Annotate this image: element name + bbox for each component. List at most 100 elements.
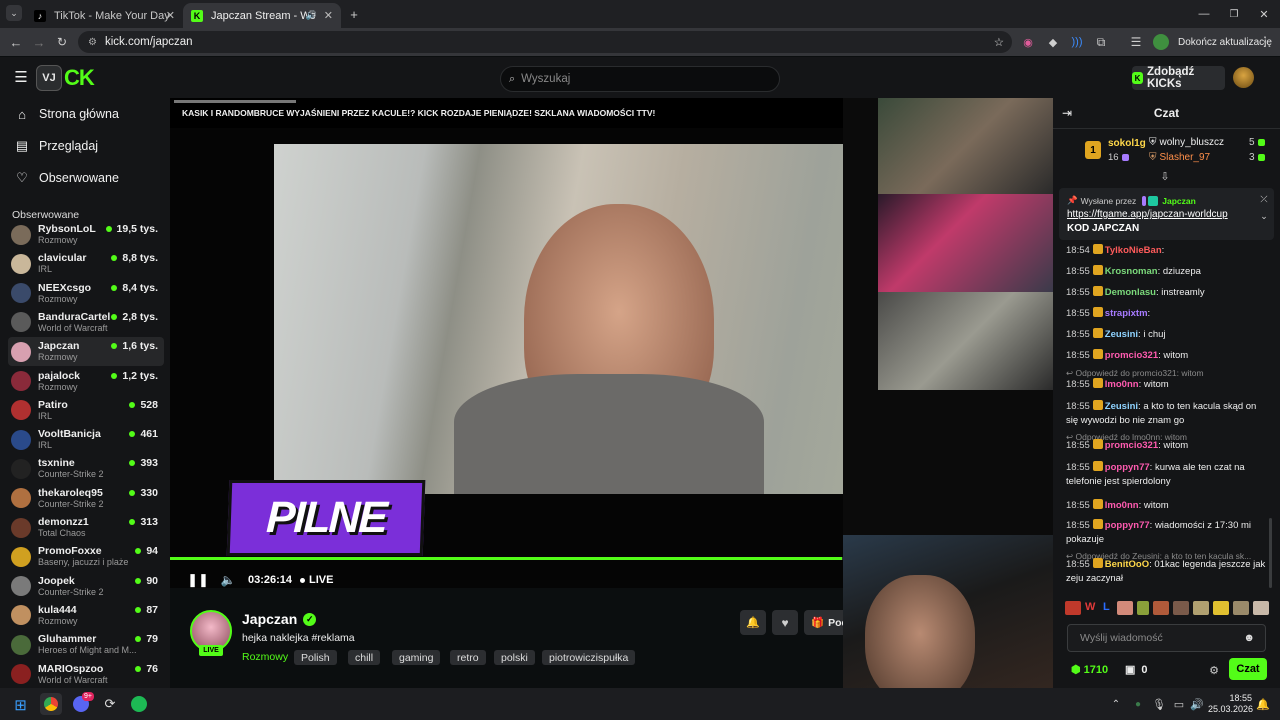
followed-channel[interactable]: pajalock Rozmowy 1,2 tys. bbox=[8, 367, 164, 396]
spotify-icon[interactable] bbox=[131, 696, 147, 712]
extensions-puzzle-icon[interactable]: ⧉ bbox=[1093, 34, 1109, 50]
message-username[interactable]: poppyn77 bbox=[1105, 462, 1150, 473]
gifter-name[interactable]: sokol1g bbox=[1108, 138, 1146, 149]
maximize-icon[interactable]: ❐ bbox=[1226, 6, 1242, 22]
stream-tag[interactable]: gaming bbox=[392, 650, 441, 665]
send-chat-button[interactable]: Czat bbox=[1229, 658, 1267, 680]
emote-icon[interactable] bbox=[1213, 601, 1229, 615]
message-username[interactable]: TylkoNieBan bbox=[1105, 245, 1162, 256]
emote-icon[interactable] bbox=[1253, 601, 1269, 615]
followed-channel[interactable]: NEEXcsgo Rozmowy 8,4 tys. bbox=[8, 279, 164, 308]
video-player[interactable]: KASIK I RANDOMBRUCE WYJAŚNIENI PRZEZ KAC… bbox=[170, 98, 843, 588]
channel-points[interactable]: ⬢ 1710 bbox=[1071, 663, 1108, 677]
stream-category[interactable]: Rozmowy bbox=[242, 651, 288, 663]
profile-avatar[interactable] bbox=[1153, 34, 1169, 50]
followed-channel[interactable]: clavicular IRL 8,8 tys. bbox=[8, 249, 164, 278]
tab-search-icon[interactable]: ⌄ bbox=[6, 5, 22, 21]
extension-icon[interactable]: ◉ bbox=[1020, 34, 1036, 50]
followed-channel[interactable]: BanduraCartel World of Warcraft 2,8 tys. bbox=[8, 308, 164, 337]
gifter-name[interactable]: Slasher_97 bbox=[1160, 152, 1211, 163]
pinned-link[interactable]: https://ftgame.app/japczan-worldcup bbox=[1067, 209, 1228, 220]
chat-input[interactable]: Wyślij wiadomość ☻ bbox=[1067, 624, 1266, 652]
message-username[interactable]: promcio321 bbox=[1105, 350, 1158, 361]
windows-start-icon[interactable]: ⊞ bbox=[12, 696, 29, 714]
notification-bell-icon[interactable]: 🔔 bbox=[740, 610, 766, 635]
get-kicks-button[interactable]: K Zdobądź KICKs bbox=[1132, 66, 1225, 90]
address-bar[interactable]: ⚙ kick.com/japczan ☆ bbox=[78, 31, 1012, 53]
back-icon[interactable]: ← bbox=[8, 34, 24, 50]
nav-browse[interactable]: ▤ Przeglądaj bbox=[14, 136, 98, 156]
chat-message[interactable]: 18:55 Demonlasu: instreamly bbox=[1066, 286, 1266, 300]
app-icon[interactable]: ⟳ bbox=[102, 696, 118, 712]
message-username[interactable]: Demonlasu bbox=[1105, 287, 1156, 298]
tab-tiktok[interactable]: ♪ TikTok - Make Your Day ✕ bbox=[26, 3, 183, 28]
chat-message[interactable]: 18:55 Krosnoman: dziuzepa bbox=[1066, 265, 1266, 279]
extension-icon[interactable]: ◆ bbox=[1045, 34, 1061, 50]
show-hidden-icons-icon[interactable]: ⌃ bbox=[1110, 696, 1122, 712]
emote-icon[interactable]: L bbox=[1103, 601, 1113, 615]
emote-icon[interactable] bbox=[1173, 601, 1189, 615]
progress-track[interactable] bbox=[170, 557, 843, 560]
volume-tray-icon[interactable]: 🔊 bbox=[1190, 696, 1204, 712]
emote-icon[interactable]: W bbox=[1085, 601, 1099, 615]
followed-channel[interactable]: Joopek Counter-Strike 2 90 bbox=[8, 572, 164, 601]
forward-icon[interactable]: → bbox=[31, 34, 47, 50]
site-info-icon[interactable]: ⚙ bbox=[88, 37, 97, 48]
chat-message[interactable]: 18:55 promcio321: witom bbox=[1066, 439, 1266, 453]
chat-message[interactable]: 18:54 TylkoNieBan: bbox=[1066, 244, 1266, 258]
clock[interactable]: 18:55 25.03.2026 bbox=[1208, 693, 1253, 715]
stream-tag[interactable]: polski bbox=[494, 650, 535, 665]
close-window-icon[interactable]: ✕ bbox=[1256, 6, 1272, 22]
message-username[interactable]: Zeusini bbox=[1105, 329, 1138, 340]
bookmark-star-icon[interactable]: ☆ bbox=[994, 35, 1004, 49]
message-username[interactable]: poppyn77 bbox=[1105, 520, 1150, 531]
pause-icon[interactable]: ❚❚ bbox=[187, 572, 209, 588]
chat-message[interactable]: 18:55 lmo0nn: witom bbox=[1066, 499, 1266, 513]
stream-tag[interactable]: Polish bbox=[294, 650, 337, 665]
chevron-down-icon[interactable]: ⌄ bbox=[1259, 211, 1269, 221]
taskbar-chrome-app[interactable] bbox=[40, 693, 62, 715]
close-icon[interactable]: ✕ bbox=[166, 9, 175, 22]
chat-message[interactable]: 18:55 promcio321: witom bbox=[1066, 349, 1266, 363]
chat-message[interactable]: 18:55 lmo0nn: witom bbox=[1066, 378, 1266, 392]
kick-logo[interactable]: VJ CK bbox=[36, 61, 108, 94]
new-tab-icon[interactable]: + bbox=[346, 6, 362, 22]
pinned-by[interactable]: Japczan bbox=[1162, 196, 1196, 206]
followed-channel[interactable]: demonzz1 Total Chaos 313 bbox=[8, 513, 164, 542]
message-username[interactable]: lmo0nn bbox=[1105, 500, 1139, 511]
followed-channel[interactable]: tsxnine Counter-Strike 2 393 bbox=[8, 454, 164, 483]
message-username[interactable]: BenitOoO bbox=[1105, 559, 1149, 570]
nav-home[interactable]: ⌂ Strona główna bbox=[14, 104, 119, 124]
followed-channel[interactable]: PromoFoxxe Baseny, jacuzzi i plaże 94 bbox=[8, 542, 164, 571]
hamburger-menu-icon[interactable]: ☰ bbox=[13, 69, 29, 86]
message-username[interactable]: lmo0nn bbox=[1105, 379, 1139, 390]
followed-channel[interactable]: VooltBanicja IRL 461 bbox=[8, 425, 164, 454]
close-icon[interactable]: ✕ bbox=[324, 9, 333, 22]
chat-message[interactable]: 18:55 poppyn77: kurwa ale ten czat na tel… bbox=[1066, 461, 1266, 488]
stream-tag[interactable]: retro bbox=[450, 650, 486, 665]
tray-app-icon[interactable]: ● bbox=[1132, 696, 1144, 712]
notification-icon[interactable]: 🔔 bbox=[1256, 696, 1270, 712]
followed-channel[interactable]: Patiro IRL 528 bbox=[8, 396, 164, 425]
followed-channel[interactable]: RybsonLoL Rozmowy 19,5 tys. bbox=[8, 220, 164, 249]
chat-message[interactable]: 18:55 poppyn77: wiadomości z 17:30 mi pok… bbox=[1066, 519, 1266, 546]
emote-icon[interactable] bbox=[1193, 601, 1209, 615]
streamer-name[interactable]: Japczan bbox=[242, 611, 297, 627]
emoji-icon[interactable]: ☻ bbox=[1243, 632, 1255, 644]
chat-message[interactable]: 18:55 Zeusini: i chuj bbox=[1066, 328, 1266, 342]
extension-icon[interactable]: ))) bbox=[1069, 34, 1085, 50]
followed-channel[interactable]: MARIOspzoo World of Warcraft 76 bbox=[8, 660, 164, 689]
chat-message[interactable]: 18:55 BenitOoO: 01kac legenda jeszcze jak… bbox=[1066, 558, 1266, 585]
nav-following[interactable]: ♡ Obserwowane bbox=[14, 168, 119, 188]
emote-icon[interactable] bbox=[1153, 601, 1169, 615]
chat-message[interactable]: 18:55 strapixtm: bbox=[1066, 307, 1266, 321]
stream-tag[interactable]: piotrowiczispułka bbox=[542, 650, 636, 665]
gift-counter[interactable]: ▣ 0 bbox=[1125, 663, 1148, 677]
minimize-icon[interactable]: — bbox=[1196, 6, 1212, 22]
chat-settings-gear-icon[interactable]: ⚙ bbox=[1207, 663, 1221, 677]
emote-icon[interactable] bbox=[1233, 601, 1249, 615]
emote-icon[interactable] bbox=[1117, 601, 1133, 615]
followed-channel[interactable]: kula444 Rozmowy 87 bbox=[8, 601, 164, 630]
unpin-icon[interactable]: ⤫ bbox=[1259, 194, 1269, 204]
expand-gifters-icon[interactable]: ⇩ bbox=[1159, 170, 1171, 183]
